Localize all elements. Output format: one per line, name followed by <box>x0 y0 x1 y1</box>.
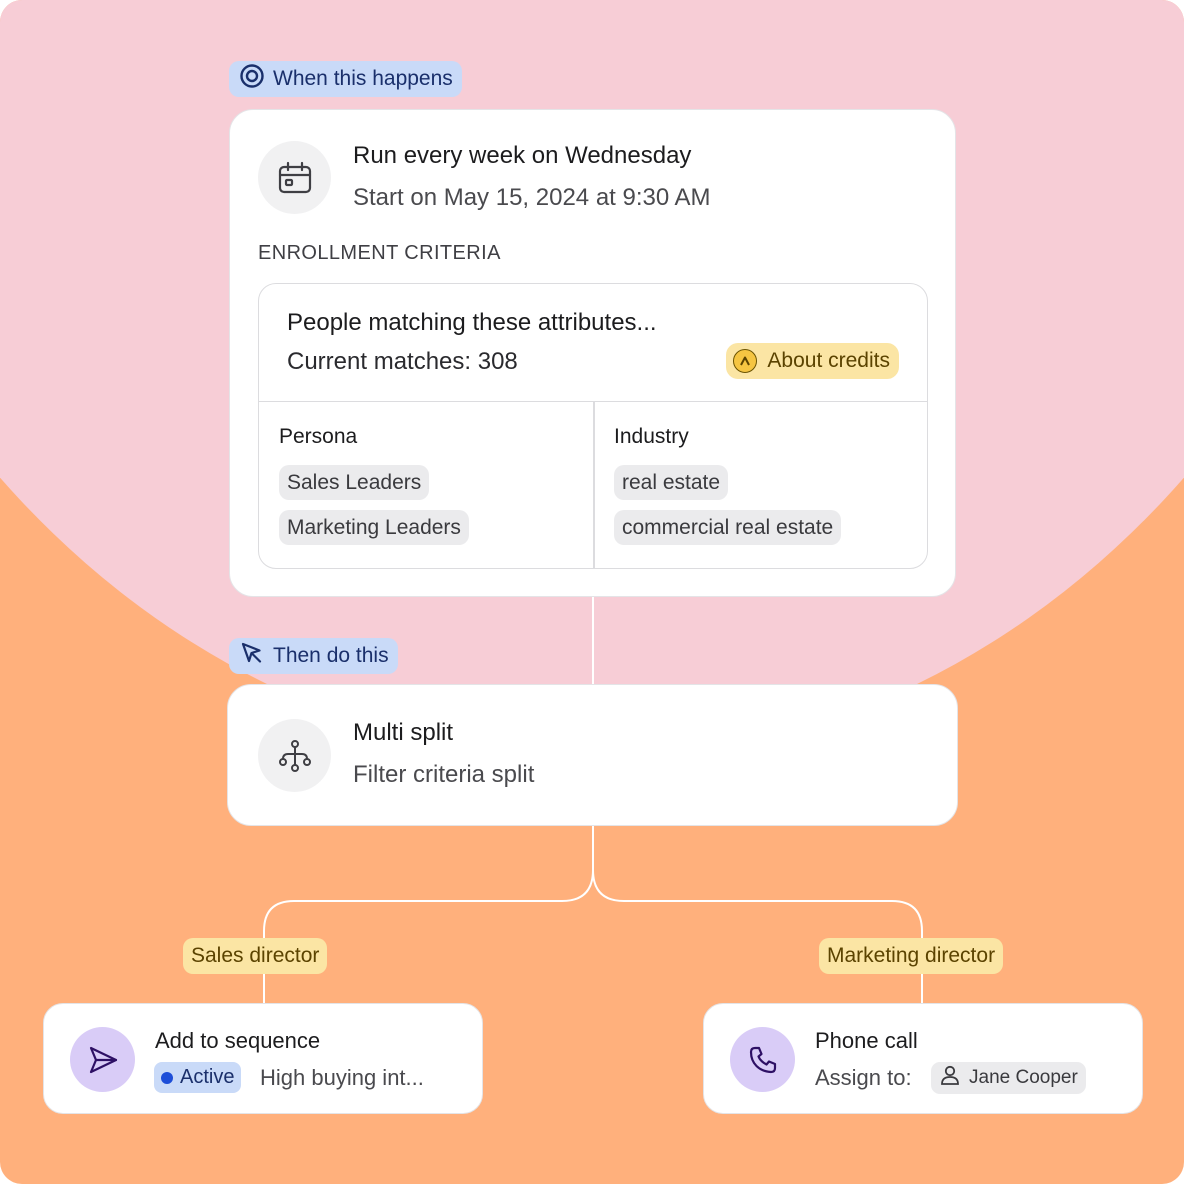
status-badge: Active <box>154 1062 242 1093</box>
enrollment-criteria-heading: ENROLLMENT CRITERIA <box>258 242 501 264</box>
criteria-title: People matching these attributes... <box>287 309 657 336</box>
multi-split-subtitle: Filter criteria split <box>353 761 535 788</box>
action-section-label: Then do this <box>229 638 398 674</box>
action-label-text: Then do this <box>273 644 389 667</box>
criteria-column-divider <box>593 402 595 568</box>
industry-chip[interactable]: real estate <box>614 465 729 500</box>
branch-label-marketing-director: Marketing director <box>819 938 1004 974</box>
trigger-section-label: When this happens <box>229 61 462 97</box>
credits-icon <box>733 349 758 373</box>
industry-chip[interactable]: commercial real estate <box>614 510 842 545</box>
branch-label-sales-director: Sales director <box>183 938 328 974</box>
cursor-icon <box>239 640 265 672</box>
current-matches: Current matches: 308 <box>287 348 518 375</box>
sequence-name: High buying int... <box>260 1065 424 1090</box>
phone-call-title: Phone call <box>815 1028 918 1053</box>
persona-column-title: Persona <box>279 425 358 448</box>
trigger-title: Run every week on Wednesday <box>353 142 692 169</box>
status-dot-icon <box>161 1071 173 1084</box>
add-to-sequence-card[interactable]: Add to sequence Active High buying int..… <box>43 1003 483 1114</box>
enrollment-criteria-box[interactable]: People matching these attributes... Curr… <box>258 283 928 569</box>
phone-icon <box>730 1027 795 1092</box>
about-credits-label: About credits <box>767 349 890 372</box>
industry-column-title: Industry <box>614 425 689 448</box>
multi-split-card[interactable]: Multi split Filter criteria split <box>227 684 958 826</box>
workflow-canvas: When this happens Run every week on Wedn… <box>0 0 1184 1184</box>
user-icon <box>939 1064 961 1092</box>
split-icon <box>258 719 331 792</box>
trigger-card[interactable]: Run every week on Wednesday Start on May… <box>229 109 956 597</box>
phone-call-card[interactable]: Phone call Assign to: Jane Cooper <box>703 1003 1143 1114</box>
persona-chip[interactable]: Marketing Leaders <box>279 510 469 545</box>
trigger-label-text: When this happens <box>273 67 453 90</box>
assignee-name: Jane Cooper <box>969 1067 1078 1088</box>
about-credits-button[interactable]: About credits <box>726 343 899 379</box>
multi-split-title: Multi split <box>353 719 454 746</box>
assign-to-label: Assign to: <box>815 1065 912 1090</box>
calendar-icon <box>258 141 331 214</box>
assignee-chip[interactable]: Jane Cooper <box>931 1062 1086 1094</box>
target-icon <box>239 63 265 95</box>
add-to-sequence-title: Add to sequence <box>155 1028 321 1053</box>
trigger-subtitle: Start on May 15, 2024 at 9:30 AM <box>353 184 711 211</box>
criteria-header: People matching these attributes... Curr… <box>259 284 927 402</box>
status-label: Active <box>180 1066 235 1088</box>
send-icon <box>70 1027 135 1092</box>
persona-chip[interactable]: Sales Leaders <box>279 465 430 500</box>
